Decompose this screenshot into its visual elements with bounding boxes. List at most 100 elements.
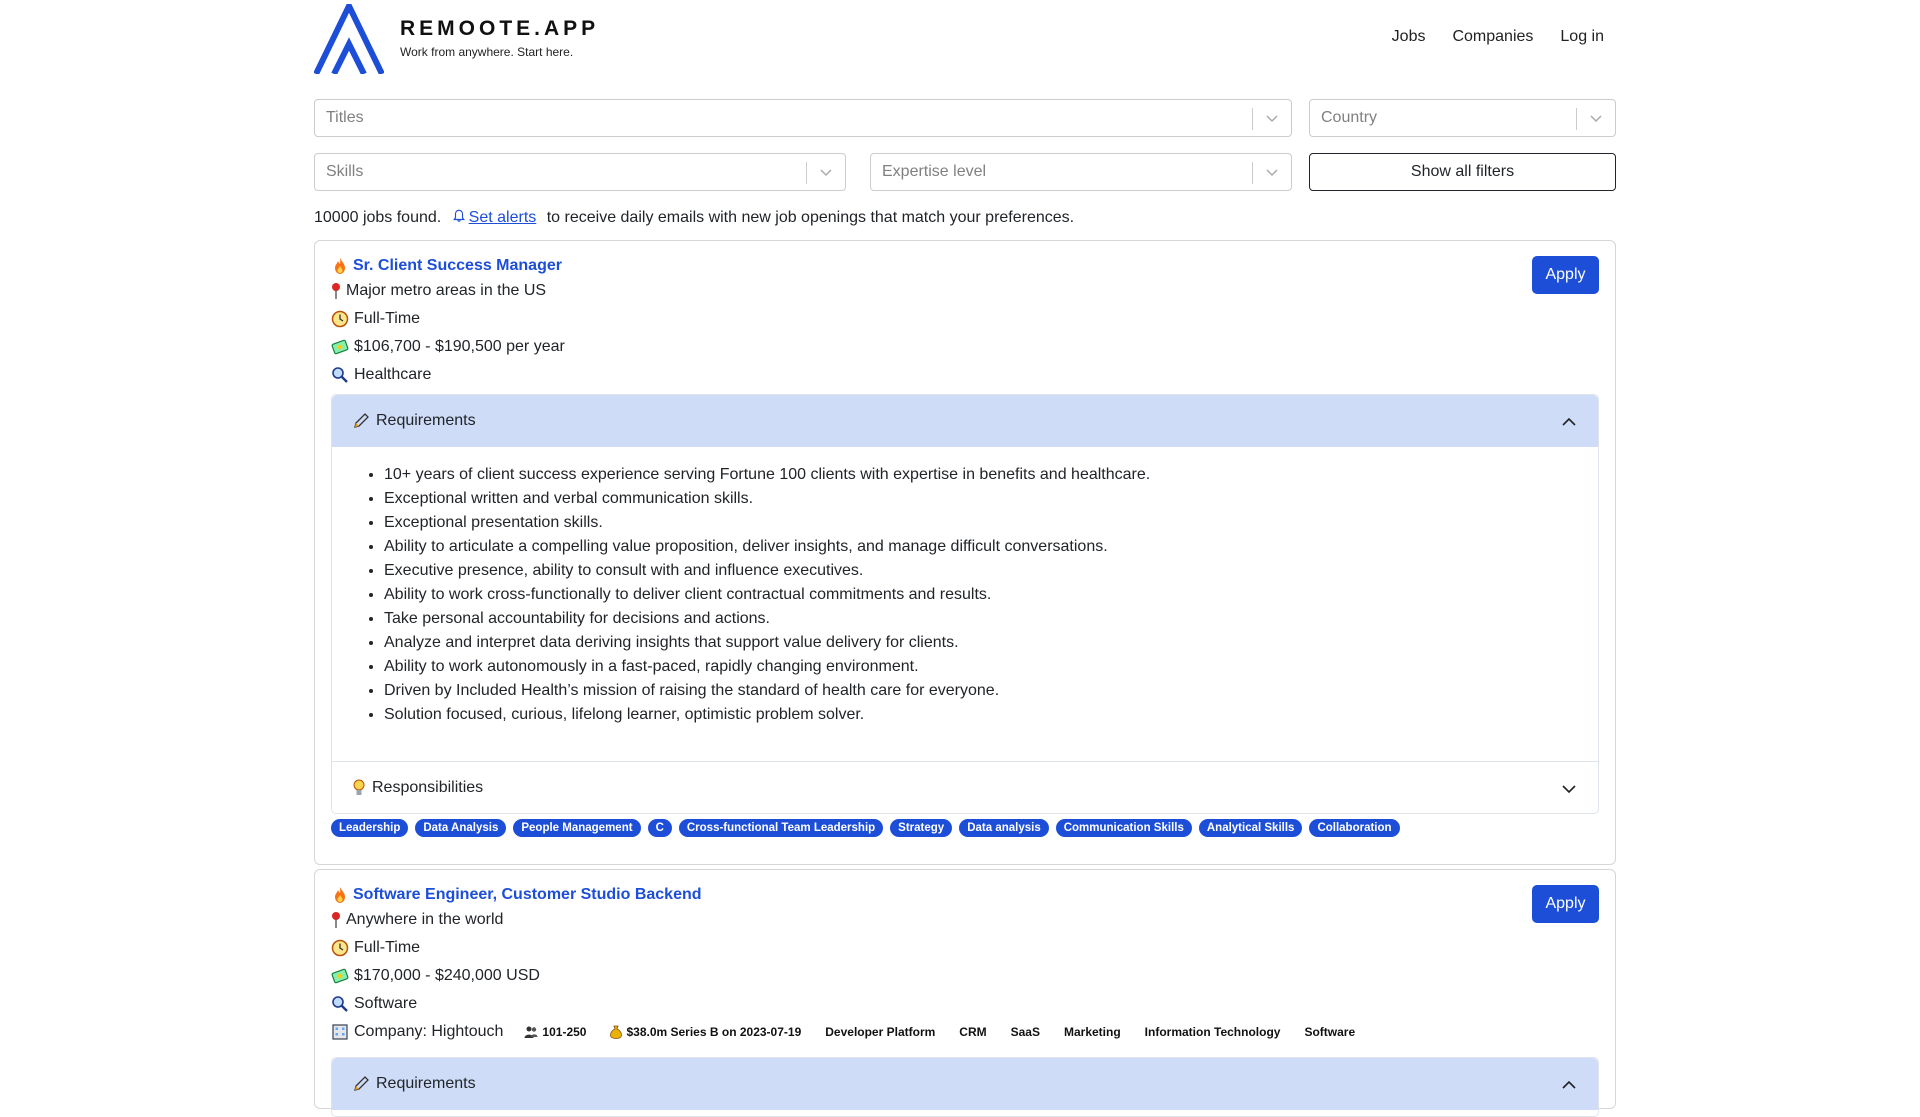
pin-icon <box>332 283 340 299</box>
skill-tag[interactable]: Collaboration <box>1309 819 1400 837</box>
skills-select[interactable]: Skills <box>314 153 846 191</box>
expertise-placeholder: Expertise level <box>882 163 987 180</box>
list-item: Exceptional written and verbal communica… <box>384 487 1598 511</box>
pencil-icon <box>354 1076 369 1091</box>
results-count: 10000 jobs found. <box>314 209 442 226</box>
job-salary-text: $170,000 - $240,000 USD <box>354 967 540 984</box>
skill-tag[interactable]: Data Analysis <box>415 819 507 837</box>
company-tag[interactable]: CRM <box>959 1025 986 1039</box>
chevron-down-icon[interactable] <box>818 164 834 180</box>
job-title[interactable]: Sr. Client Success Manager <box>331 257 562 275</box>
skills-placeholder: Skills <box>326 163 364 180</box>
list-item: Take personal accountability for decisio… <box>384 607 1598 631</box>
nav-companies[interactable]: Companies <box>1452 28 1533 46</box>
skill-tag[interactable]: Leadership <box>331 819 409 837</box>
list-item: Ability to articulate a compelling value… <box>384 535 1598 559</box>
logo-icon[interactable] <box>314 4 384 74</box>
magnifier-icon <box>332 996 348 1012</box>
job-card: Sr. Client Success Manager Apply Major m… <box>314 240 1616 865</box>
set-alerts-link[interactable]: Set alerts <box>452 209 537 226</box>
chevron-down-icon[interactable] <box>1264 110 1280 126</box>
site-header: REMOOTE.APP Work from anywhere. Start he… <box>314 0 1616 90</box>
pencil-icon <box>354 413 369 428</box>
main-nav: Jobs Companies Log in <box>1392 28 1604 46</box>
job-location: Anywhere in the world <box>331 911 503 929</box>
bell-icon <box>452 209 465 222</box>
apply-button[interactable]: Apply <box>1532 885 1599 923</box>
chevron-down-icon[interactable] <box>1588 110 1604 126</box>
list-item: Analyze and interpret data deriving insi… <box>384 631 1598 655</box>
job-type-text: Full-Time <box>354 939 421 956</box>
skill-tag[interactable]: C <box>647 819 672 837</box>
job-salary: $106,700 - $190,500 per year <box>331 338 565 356</box>
skill-tag[interactable]: Cross-functional Team Leadership <box>678 819 884 837</box>
brand-name: REMOOTE.APP <box>400 17 600 40</box>
company-tag[interactable]: Marketing <box>1064 1025 1121 1039</box>
building-icon <box>332 1024 348 1040</box>
job-type-text: Full-Time <box>354 310 421 327</box>
skill-tag[interactable]: Analytical Skills <box>1198 819 1303 837</box>
skill-tag[interactable]: Data analysis <box>959 819 1049 837</box>
job-title[interactable]: Software Engineer, Customer Studio Backe… <box>331 886 702 904</box>
responsibilities-header[interactable]: Responsibilities <box>332 761 1598 813</box>
job-type: Full-Time <box>331 310 420 328</box>
skill-tag[interactable]: Communication Skills <box>1055 819 1192 837</box>
chevron-up-icon[interactable] <box>1560 413 1578 431</box>
titles-select[interactable]: Titles <box>314 99 1292 137</box>
job-location-text: Major metro areas in the US <box>346 282 547 299</box>
separator <box>1252 162 1253 184</box>
requirements-label: Requirements <box>376 1075 476 1092</box>
money-bag-icon <box>610 1025 623 1039</box>
company-tag[interactable]: Software <box>1304 1025 1355 1039</box>
chevron-down-icon[interactable] <box>1560 780 1578 798</box>
company-funding: $38.0m Series B on 2023-07-19 <box>610 1025 801 1039</box>
separator <box>1252 108 1253 130</box>
country-select[interactable]: Country <box>1309 99 1616 137</box>
people-icon <box>524 1026 538 1038</box>
requirements-header[interactable]: Requirements <box>332 395 1598 447</box>
job-details-accordion: Requirements 10+ years of client success… <box>331 394 1599 814</box>
company-tag[interactable]: SaaS <box>1011 1025 1040 1039</box>
requirements-header[interactable]: Requirements <box>332 1058 1598 1110</box>
nav-jobs[interactable]: Jobs <box>1392 28 1426 46</box>
titles-placeholder: Titles <box>326 109 364 126</box>
set-alerts-label: Set alerts <box>468 209 537 226</box>
skill-tags: Leadership Data Analysis People Manageme… <box>331 819 1400 837</box>
expertise-select[interactable]: Expertise level <box>870 153 1292 191</box>
job-company: Company: Hightouch 101-250 $38.0m Series… <box>331 1023 1355 1041</box>
skill-tag[interactable]: People Management <box>513 819 641 837</box>
list-item: Driven by Included Health’s mission of r… <box>384 679 1598 703</box>
company-size: 101-250 <box>524 1025 586 1039</box>
pin-icon <box>332 912 340 928</box>
fire-icon <box>335 887 345 903</box>
job-type: Full-Time <box>331 939 420 957</box>
chevron-up-icon[interactable] <box>1560 1076 1578 1094</box>
job-title-text: Software Engineer, Customer Studio Backe… <box>353 886 702 903</box>
skill-tag[interactable]: Strategy <box>890 819 953 837</box>
requirements-list: 10+ years of client success experience s… <box>332 447 1598 757</box>
show-all-filters-button[interactable]: Show all filters <box>1309 153 1616 191</box>
list-item: Ability to work autonomously in a fast-p… <box>384 655 1598 679</box>
company-tag[interactable]: Information Technology <box>1145 1025 1281 1039</box>
page-container: REMOOTE.APP Work from anywhere. Start he… <box>314 0 1616 1117</box>
chevron-down-icon[interactable] <box>1264 164 1280 180</box>
job-industry: Healthcare <box>331 366 431 384</box>
results-summary: 10000 jobs found. Set alerts to receive … <box>314 209 1074 227</box>
brand-tagline: Work from anywhere. Start here. <box>400 45 574 59</box>
job-location-text: Anywhere in the world <box>346 911 504 928</box>
separator <box>806 162 807 184</box>
company-tag[interactable]: Developer Platform <box>825 1025 935 1039</box>
responsibilities-label: Responsibilities <box>372 778 484 796</box>
company-funding-text: $38.0m Series B on 2023-07-19 <box>626 1025 802 1039</box>
job-card: Software Engineer, Customer Studio Backe… <box>314 869 1616 1117</box>
job-industry-text: Software <box>354 995 418 1012</box>
job-location: Major metro areas in the US <box>331 282 546 300</box>
lightbulb-icon <box>353 779 365 795</box>
brand: REMOOTE.APP Work from anywhere. Start he… <box>400 17 599 59</box>
company-name[interactable]: Company: Hightouch <box>354 1023 503 1041</box>
apply-button[interactable]: Apply <box>1532 256 1599 294</box>
list-item: 10+ years of client success experience s… <box>384 463 1598 487</box>
nav-login[interactable]: Log in <box>1560 28 1604 46</box>
alerts-description: to receive daily emails with new job ope… <box>546 209 1075 226</box>
magnifier-icon <box>332 367 348 383</box>
